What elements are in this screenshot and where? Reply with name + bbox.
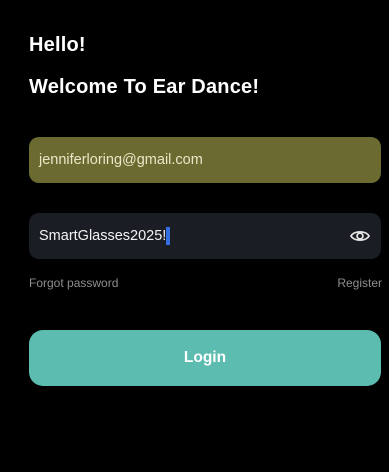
login-screen: Hello! Welcome To Ear Dance! jenniferlor… — [0, 0, 389, 472]
eye-icon[interactable] — [349, 226, 371, 246]
password-field[interactable]: SmartGlasses2025! — [29, 213, 381, 259]
email-value: jenniferloring@gmail.com — [39, 152, 203, 168]
text-caret — [166, 227, 171, 245]
forgot-password-link[interactable]: Forgot password — [29, 276, 118, 290]
greeting-heading: Hello! — [29, 34, 86, 56]
welcome-heading: Welcome To Ear Dance! — [29, 76, 260, 98]
register-link[interactable]: Register — [337, 276, 382, 290]
login-button[interactable]: Login — [29, 330, 381, 386]
password-value: SmartGlasses2025! — [39, 228, 167, 244]
email-field[interactable]: jenniferloring@gmail.com — [29, 137, 381, 183]
